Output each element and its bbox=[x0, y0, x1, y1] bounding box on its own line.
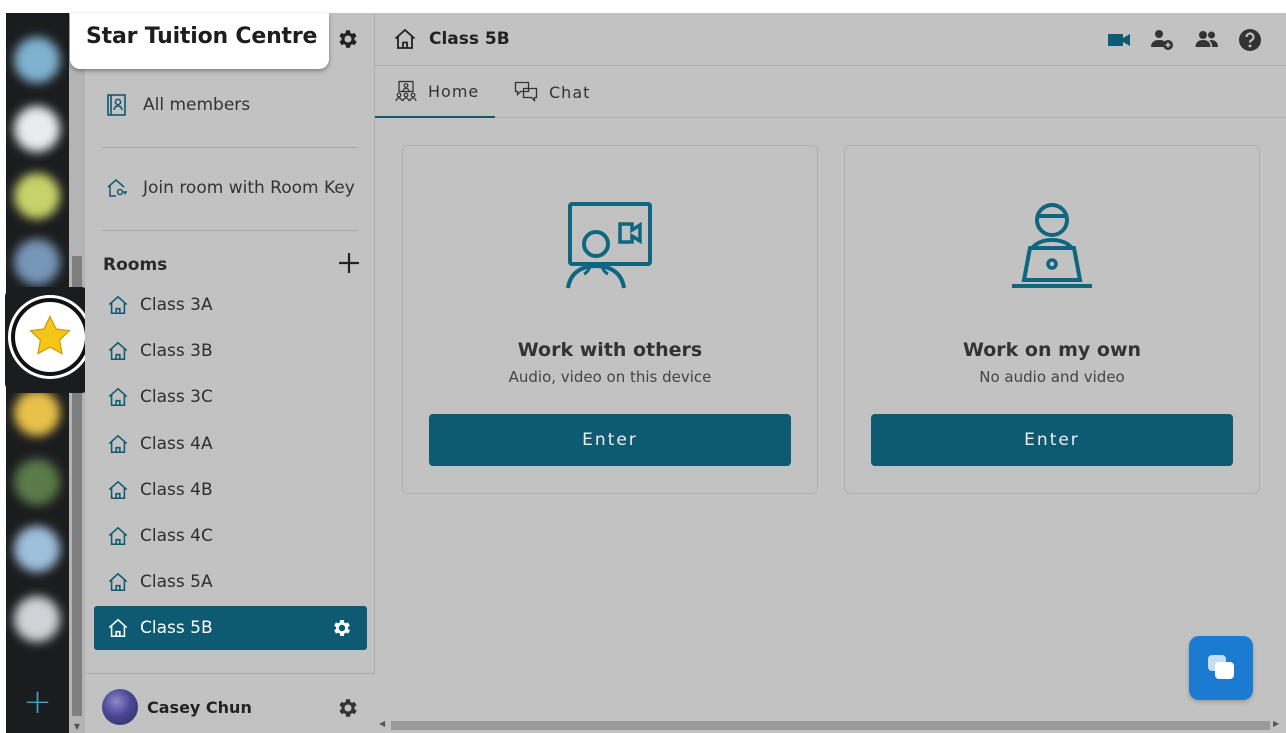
room-label: Class 4B bbox=[140, 479, 213, 500]
org-name: Star Tuition Centre bbox=[86, 24, 318, 49]
house-icon bbox=[106, 570, 130, 594]
house-icon bbox=[106, 385, 130, 409]
room-label: Class 4A bbox=[140, 433, 213, 454]
enter-on-my-own-button[interactable]: Enter bbox=[871, 414, 1233, 466]
room-label: Class 5A bbox=[140, 572, 213, 593]
horizontal-scrollbar-thumb[interactable] bbox=[391, 721, 1270, 730]
tab-home[interactable]: Home bbox=[375, 66, 495, 118]
main-panel: Class 5B Home Chat Work with others Audi… bbox=[375, 13, 1286, 733]
room-label: Class 3C bbox=[140, 387, 213, 408]
chat-bubble-icon bbox=[1208, 655, 1234, 679]
tab-chat-label: Chat bbox=[549, 82, 591, 102]
person-laptop-icon bbox=[845, 198, 1259, 294]
room-settings-gear-icon[interactable] bbox=[331, 617, 353, 644]
room-item[interactable]: Class 4A bbox=[94, 422, 367, 466]
work-with-others-card: Work with others Audio, video on this de… bbox=[402, 145, 818, 494]
enter-with-others-button[interactable]: Enter bbox=[429, 414, 791, 466]
house-icon bbox=[393, 27, 417, 55]
room-title: Class 5B bbox=[429, 29, 510, 49]
house-icon bbox=[106, 524, 130, 548]
server-avatar[interactable] bbox=[14, 37, 60, 83]
room-item[interactable]: Class 4B bbox=[94, 468, 367, 512]
avatar[interactable] bbox=[102, 689, 138, 725]
scroll-down-arrow-icon[interactable]: ▼ bbox=[69, 722, 85, 731]
chat-bubbles-icon bbox=[514, 81, 538, 103]
scroll-left-arrow-icon[interactable]: ◀ bbox=[379, 719, 385, 728]
card-title: Work with others bbox=[517, 339, 703, 361]
server-avatar[interactable] bbox=[14, 106, 60, 152]
add-room-plus-icon[interactable] bbox=[337, 251, 361, 275]
join-room-label: Join room with Room Key bbox=[143, 178, 355, 198]
house-icon bbox=[106, 432, 130, 456]
help-icon[interactable] bbox=[1237, 27, 1263, 53]
user-name: Casey Chun bbox=[147, 698, 252, 717]
room-header: Class 5B bbox=[375, 13, 1286, 66]
star-icon bbox=[29, 315, 71, 355]
room-item[interactable]: Class 4C bbox=[94, 514, 367, 558]
card-subtitle: Audio, video on this device bbox=[508, 368, 712, 386]
server-avatar[interactable] bbox=[14, 596, 60, 642]
room-item[interactable]: Class 3C bbox=[94, 375, 367, 419]
org-header[interactable]: Star Tuition Centre bbox=[70, 13, 329, 69]
video-camera-icon[interactable] bbox=[1106, 27, 1132, 53]
work-on-my-own-card: Work on my own No audio and video Enter bbox=[844, 145, 1260, 494]
org-settings-gear-icon[interactable] bbox=[336, 27, 360, 55]
join-room-with-key-link[interactable]: Join room with Room Key bbox=[105, 171, 355, 205]
people-icon[interactable] bbox=[1194, 27, 1220, 53]
horizontal-scrollbar[interactable]: ◀ ▶ bbox=[375, 717, 1286, 733]
room-label: Class 5B bbox=[140, 618, 213, 639]
members-book-icon bbox=[105, 93, 129, 117]
scroll-right-arrow-icon[interactable]: ▶ bbox=[1273, 719, 1279, 728]
divider bbox=[102, 147, 358, 148]
room-label: Class 4C bbox=[140, 526, 213, 546]
room-label: Class 3A bbox=[140, 295, 213, 315]
house-icon bbox=[106, 339, 130, 363]
room-label: Class 3B bbox=[140, 341, 213, 362]
star-server-avatar bbox=[15, 302, 85, 372]
room-item[interactable]: Class 5A bbox=[94, 560, 367, 604]
people-screen-icon bbox=[395, 80, 417, 102]
server-avatar-ring bbox=[8, 295, 92, 379]
card-title: Work on my own bbox=[962, 339, 1142, 361]
server-avatar[interactable] bbox=[14, 239, 60, 285]
rooms-heading: Rooms bbox=[103, 255, 168, 275]
add-server-button[interactable]: + bbox=[6, 681, 69, 723]
house-icon bbox=[106, 616, 130, 640]
room-key-icon bbox=[105, 176, 129, 200]
room-item[interactable]: Class 3B bbox=[94, 329, 367, 373]
user-bar: Casey Chun bbox=[85, 673, 375, 733]
tab-home-label: Home bbox=[428, 81, 480, 101]
app-window: + ▼ Star Tuition Centre All members Join… bbox=[0, 0, 1286, 733]
server-avatar[interactable] bbox=[14, 173, 60, 219]
server-avatar[interactable] bbox=[14, 526, 60, 572]
chat-launcher-button[interactable] bbox=[1189, 636, 1253, 700]
room-item[interactable]: Class 3A bbox=[94, 283, 367, 327]
sidebar: Star Tuition Centre All members Join roo… bbox=[70, 13, 375, 733]
video-conference-icon bbox=[403, 198, 817, 294]
room-item[interactable]: Class 5B bbox=[94, 606, 367, 651]
house-icon bbox=[106, 293, 130, 317]
server-avatar[interactable] bbox=[14, 390, 60, 436]
room-tabs: Home Chat bbox=[375, 66, 1286, 118]
selected-server-star[interactable] bbox=[5, 287, 92, 393]
tab-chat[interactable]: Chat bbox=[514, 66, 590, 118]
user-settings-gear-icon[interactable] bbox=[336, 696, 360, 724]
divider bbox=[102, 230, 358, 231]
add-person-icon[interactable] bbox=[1149, 27, 1175, 53]
all-members-label: All members bbox=[143, 95, 251, 115]
card-subtitle: No audio and video bbox=[979, 368, 1125, 386]
all-members-link[interactable]: All members bbox=[105, 88, 250, 122]
server-avatar[interactable] bbox=[14, 459, 60, 505]
house-icon bbox=[106, 478, 130, 502]
